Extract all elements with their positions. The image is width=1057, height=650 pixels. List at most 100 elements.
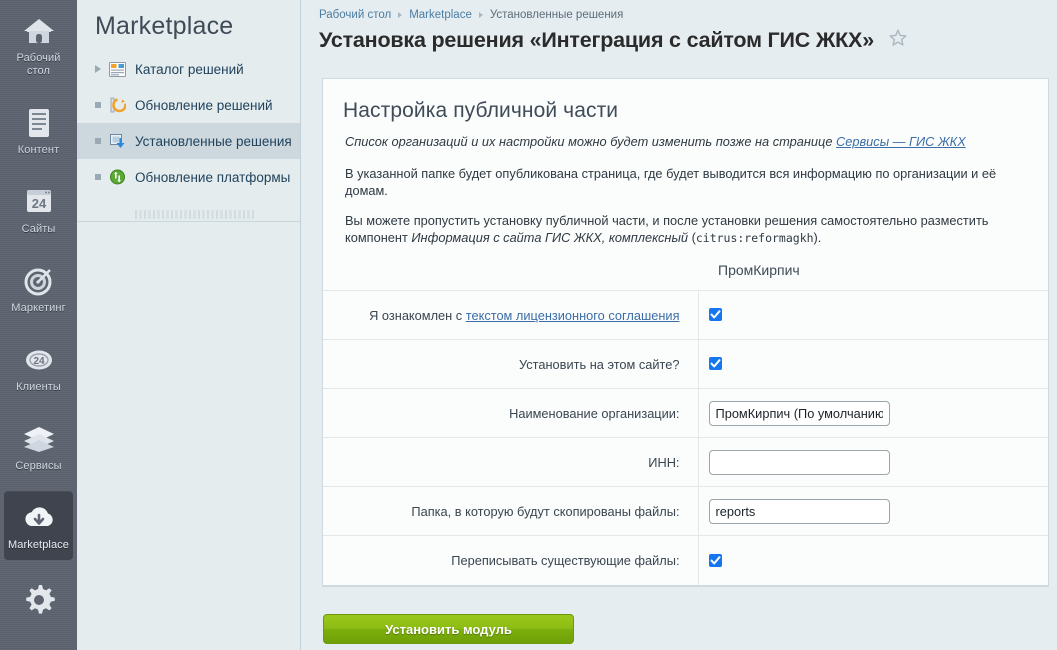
rail-label-desktop: Рабочий стол xyxy=(6,52,71,78)
rail-item-clients[interactable]: 24 Клиенты xyxy=(4,333,73,402)
header-spacer-cell xyxy=(323,261,698,291)
label-overwrite: Переписывать существующие файлы: xyxy=(323,536,698,585)
services-gis-link[interactable]: Сервисы — ГИС ЖКХ xyxy=(836,134,966,149)
app-window: Рабочий стол Контент xyxy=(0,0,1057,650)
table-row-overwrite: Переписывать существующие файлы: xyxy=(323,536,1048,585)
org-name-input[interactable] xyxy=(709,401,890,426)
main-content: Рабочий стол Marketplace Установленные р… xyxy=(302,0,1057,650)
gear-icon xyxy=(6,582,71,616)
org-column-header: ПромКирпич xyxy=(708,262,800,278)
sidebar-item-platform-update[interactable]: Обновление платформы xyxy=(77,159,300,195)
rail-label-marketing: Маркетинг xyxy=(6,302,71,315)
clients-24-icon: 24 xyxy=(6,343,71,377)
label-folder: Папка, в которую будут скопированы файлы… xyxy=(323,487,698,536)
rail-label-services: Сервисы xyxy=(6,460,71,473)
inn-input[interactable] xyxy=(709,450,890,475)
star-icon[interactable] xyxy=(888,28,908,53)
rail-item-settings[interactable] xyxy=(4,572,73,624)
field-install-site xyxy=(698,340,1048,389)
table-row-org-name: Наименование организации: xyxy=(323,389,1048,438)
table-row-inn: ИНН: xyxy=(323,438,1048,487)
sidebar-item-label-catalog: Каталог решений xyxy=(135,62,244,77)
sidebar-nav-list: Каталог решений Обновление решений xyxy=(77,51,300,195)
sidebar-item-installed-solutions[interactable]: Установленные решения xyxy=(77,123,300,159)
rail-label-clients: Клиенты xyxy=(6,381,71,394)
catalog-icon xyxy=(109,62,135,77)
table-row-install-site: Установить на этом сайте? xyxy=(323,340,1048,389)
folder-input[interactable] xyxy=(709,499,890,524)
field-org-name xyxy=(698,389,1048,438)
breadcrumb-separator-icon xyxy=(479,12,483,18)
table-row-folder: Папка, в которую будут скопированы файлы… xyxy=(323,487,1048,536)
bullet-icon xyxy=(95,102,109,108)
rail-item-marketing[interactable]: Маркетинг xyxy=(4,254,73,323)
license-checkbox[interactable] xyxy=(709,308,722,321)
bullet-icon xyxy=(95,174,109,180)
rail-item-sites[interactable]: 24 Сайты xyxy=(4,175,73,244)
secondary-sidebar: Marketplace Каталог решений xyxy=(77,0,301,650)
platform-update-icon xyxy=(109,169,135,185)
sidebar-item-label-platform-update: Обновление платформы xyxy=(135,170,290,185)
installed-solutions-icon xyxy=(109,133,135,149)
breadcrumb-item-marketplace[interactable]: Marketplace xyxy=(409,9,472,21)
field-inn xyxy=(698,438,1048,487)
org-column-header-cell: ПромКирпич xyxy=(698,261,1048,291)
label-install-site: Установить на этом сайте? xyxy=(323,340,698,389)
bullet-icon xyxy=(95,138,109,144)
field-license xyxy=(698,291,1048,340)
rail-item-services[interactable]: Сервисы xyxy=(4,412,73,481)
cloud-download-icon xyxy=(6,501,71,535)
document-icon xyxy=(6,106,71,140)
primary-navigation-rail: Рабочий стол Контент xyxy=(0,0,77,650)
label-license: Я ознакомлен с текстом лицензионного сог… xyxy=(323,291,698,340)
layers-icon xyxy=(6,422,71,456)
sidebar-item-label-installed-solutions: Установленные решения xyxy=(135,134,292,149)
label-org-name: Наименование организации: xyxy=(323,389,698,438)
overwrite-checkbox[interactable] xyxy=(709,554,722,567)
sidebar-item-label-update-solutions: Обновление решений xyxy=(135,98,273,113)
breadcrumb: Рабочий стол Marketplace Установленные р… xyxy=(302,0,1057,21)
sidebar-title: Marketplace xyxy=(77,0,300,51)
label-license-text: Я ознакомлен с xyxy=(369,308,466,323)
label-inn: ИНН: xyxy=(323,438,698,487)
intro-p1-text: Список организаций и их настройки можно … xyxy=(345,134,836,149)
intro-p3-b: ( xyxy=(688,230,696,245)
table-header-row: ПромКирпич xyxy=(323,261,1048,291)
card-heading: Настройка публичной части xyxy=(323,79,1048,133)
install-module-button[interactable]: Установить модуль xyxy=(323,614,574,644)
sidebar-item-update-solutions[interactable]: Обновление решений xyxy=(77,87,300,123)
rail-label-content: Контент xyxy=(6,144,71,157)
page-title: Установка решения «Интеграция с сайтом Г… xyxy=(319,28,874,53)
settings-card: Настройка публичной части Список организ… xyxy=(322,78,1049,587)
rail-label-marketplace: Marketplace xyxy=(6,539,71,552)
card-body: Список организаций и их настройки можно … xyxy=(323,133,1048,247)
svg-text:24: 24 xyxy=(33,356,45,367)
page-header: Установка решения «Интеграция с сайтом Г… xyxy=(302,21,1057,53)
sidebar-divider xyxy=(77,221,300,222)
install-site-checkbox[interactable] xyxy=(709,357,722,370)
sidebar-watermark xyxy=(135,210,255,219)
sidebar-item-catalog[interactable]: Каталог решений xyxy=(77,51,300,87)
breadcrumb-item-desktop[interactable]: Рабочий стол xyxy=(319,9,391,21)
rail-item-marketplace[interactable]: Marketplace xyxy=(4,491,73,560)
field-folder xyxy=(698,487,1048,536)
chevron-right-icon xyxy=(95,65,109,73)
intro-paragraph-2: В указанной папке будет опубликована стр… xyxy=(345,165,1026,199)
settings-table: ПромКирпич Я ознакомлен с текстом лиценз… xyxy=(323,261,1048,585)
table-row-license: Я ознакомлен с текстом лицензионного сог… xyxy=(323,291,1048,340)
rail-label-sites: Сайты xyxy=(6,223,71,236)
intro-p3-component-name: Информация с сайта ГИС ЖКХ, комплексный xyxy=(411,230,688,245)
breadcrumb-separator-icon xyxy=(398,12,402,18)
refresh-solutions-icon xyxy=(109,97,135,113)
intro-p3-c: ). xyxy=(814,230,822,245)
license-agreement-link[interactable]: текстом лицензионного соглашения xyxy=(466,308,680,323)
intro-paragraph-1: Список организаций и их настройки можно … xyxy=(345,133,1026,150)
target-icon xyxy=(6,264,71,298)
home-icon xyxy=(6,14,71,48)
sites-24-icon: 24 xyxy=(6,185,71,219)
field-overwrite xyxy=(698,536,1048,585)
rail-item-content[interactable]: Контент xyxy=(4,96,73,165)
breadcrumb-item-installed-solutions[interactable]: Установленные решения xyxy=(490,9,624,21)
svg-text:24: 24 xyxy=(31,196,46,211)
rail-item-desktop[interactable]: Рабочий стол xyxy=(4,4,73,86)
